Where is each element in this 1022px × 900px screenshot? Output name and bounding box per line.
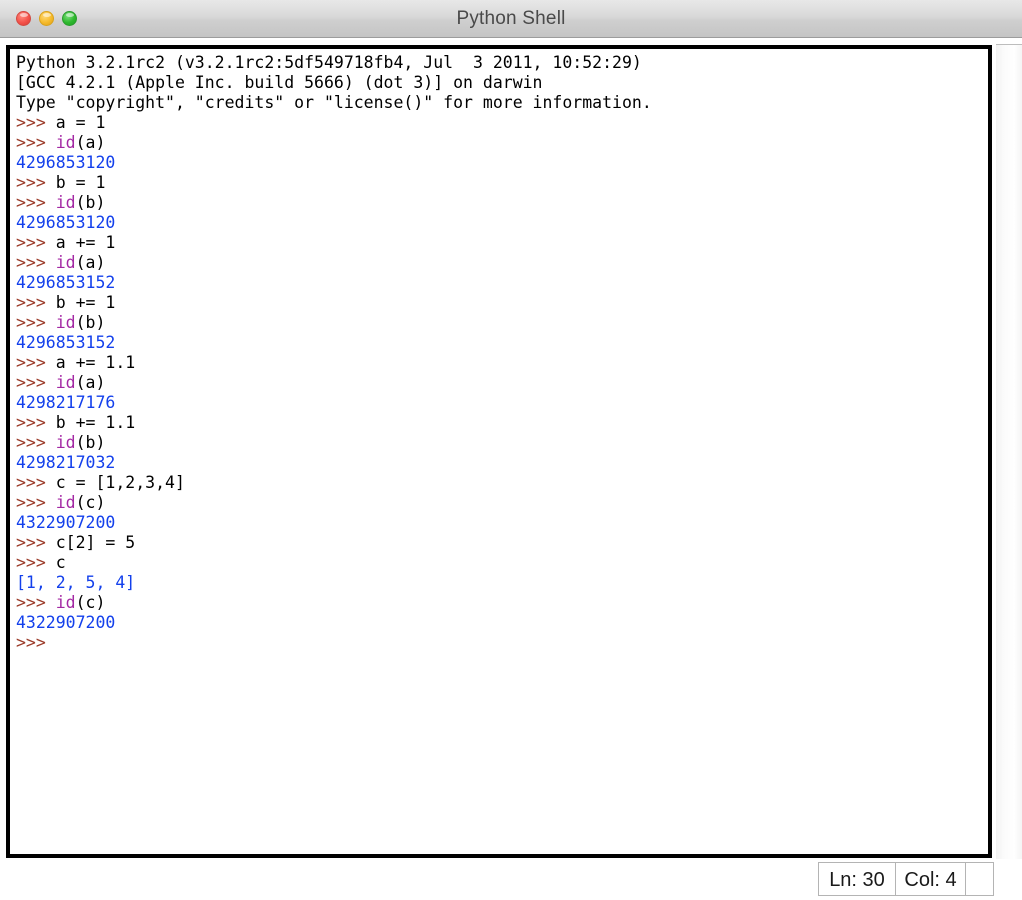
console-line: >>> id(b) — [16, 193, 988, 213]
console-token: (b) — [75, 193, 106, 212]
console-token: id — [55, 593, 76, 612]
console-line: 4296853152 — [16, 273, 988, 293]
console-line: 4296853120 — [16, 213, 988, 233]
console-line: 4298217176 — [16, 393, 988, 413]
console-line: 4322907200 — [16, 613, 988, 633]
console-line: >>> c = [1,2,3,4] — [16, 473, 988, 493]
console-token: 4322907200 — [16, 513, 116, 532]
console-token: >>> — [16, 233, 56, 252]
console-line: >>> id(c) — [16, 593, 988, 613]
console-line: >>> id(b) — [16, 313, 988, 333]
console-token: >>> — [16, 593, 56, 612]
console-line: >>> id(a) — [16, 373, 988, 393]
console-line: >>> a += 1 — [16, 233, 988, 253]
console-token: >>> — [16, 373, 56, 392]
column-indicator: Col: 4 — [896, 862, 966, 896]
console-token: 4296853152 — [16, 333, 116, 352]
console-token: a += 1 — [55, 233, 116, 252]
console-token: Type "copyright", "credits" or "license(… — [16, 93, 652, 112]
console-line: Python 3.2.1rc2 (v3.2.1rc2:5df549718fb4,… — [16, 53, 988, 73]
console-line: 4298217032 — [16, 453, 988, 473]
console-token: id — [55, 253, 76, 272]
line-indicator: Ln: 30 — [818, 862, 896, 896]
console-frame: Python 3.2.1rc2 (v3.2.1rc2:5df549718fb4,… — [6, 45, 992, 858]
console-line: >>> c[2] = 5 — [16, 533, 988, 553]
console-token: >>> — [16, 113, 56, 132]
window-titlebar: Python Shell — [0, 0, 1022, 38]
console-token: >>> — [16, 353, 56, 372]
console-token: >>> — [16, 293, 56, 312]
console-line: [1, 2, 5, 4] — [16, 573, 988, 593]
console-token: >>> — [16, 313, 56, 332]
console-token: >>> — [16, 633, 56, 652]
status-indicators: Ln: 30 Col: 4 — [818, 862, 994, 896]
console-token: >>> — [16, 433, 56, 452]
console-token: (c) — [75, 493, 106, 512]
console-token: id — [55, 313, 76, 332]
console-token: b += 1 — [55, 293, 116, 312]
console-token: 4296853152 — [16, 273, 116, 292]
window-title: Python Shell — [456, 8, 566, 29]
vertical-scrollbar[interactable] — [996, 44, 1022, 859]
console-token: id — [55, 493, 76, 512]
console-token: (a) — [75, 133, 106, 152]
console-token: c = [1,2,3,4] — [55, 473, 185, 492]
status-filler — [966, 862, 994, 896]
console-line: >>> id(a) — [16, 133, 988, 153]
console-token: a += 1.1 — [55, 353, 136, 372]
console-token: 4298217176 — [16, 393, 116, 412]
status-bar: Ln: 30 Col: 4 — [0, 862, 1022, 900]
console-line: >>> id(c) — [16, 493, 988, 513]
console-token: id — [55, 133, 76, 152]
console-token: [GCC 4.2.1 (Apple Inc. build 5666) (dot … — [16, 73, 543, 92]
console-token: Python 3.2.1rc2 (v3.2.1rc2:5df549718fb4,… — [16, 53, 642, 72]
console-token: c[2] = 5 — [55, 533, 136, 552]
console-token: >>> — [16, 173, 56, 192]
console-token: a = 1 — [55, 113, 106, 132]
console-token: >>> — [16, 133, 56, 152]
console-token: id — [55, 373, 76, 392]
console-token: id — [55, 193, 76, 212]
console-token: >>> — [16, 493, 56, 512]
console-line: >>> id(a) — [16, 253, 988, 273]
console-token: b = 1 — [55, 173, 106, 192]
console-line: >>> id(b) — [16, 433, 988, 453]
console-token: >>> — [16, 473, 56, 492]
console-token: >>> — [16, 553, 56, 572]
console-token: (c) — [75, 593, 106, 612]
console-line: >>> — [16, 633, 988, 653]
console-line: >>> a += 1.1 — [16, 353, 988, 373]
console-token: >>> — [16, 413, 56, 432]
console-line: 4296853152 — [16, 333, 988, 353]
console-line: 4322907200 — [16, 513, 988, 533]
console-token: 4296853120 — [16, 153, 116, 172]
console-token: b += 1.1 — [55, 413, 136, 432]
console-line: 4296853120 — [16, 153, 988, 173]
console-token: 4322907200 — [16, 613, 116, 632]
console-line: >>> a = 1 — [16, 113, 988, 133]
console-line: >>> b = 1 — [16, 173, 988, 193]
console-token: c — [55, 553, 66, 572]
console-output[interactable]: Python 3.2.1rc2 (v3.2.1rc2:5df549718fb4,… — [10, 49, 988, 854]
console-token: [1, 2, 5, 4] — [16, 573, 136, 592]
console-token: 4298217032 — [16, 453, 116, 472]
console-line: >>> b += 1.1 — [16, 413, 988, 433]
console-line: Type "copyright", "credits" or "license(… — [16, 93, 988, 113]
console-token: 4296853120 — [16, 213, 116, 232]
console-token: >>> — [16, 253, 56, 272]
console-token: >>> — [16, 193, 56, 212]
console-token: (a) — [75, 253, 106, 272]
console-token: (a) — [75, 373, 106, 392]
console-line: [GCC 4.2.1 (Apple Inc. build 5666) (dot … — [16, 73, 988, 93]
console-token: >>> — [16, 533, 56, 552]
console-token: (b) — [75, 433, 106, 452]
python-shell-window: Python Shell Python 3.2.1rc2 (v3.2.1rc2:… — [0, 0, 1022, 900]
console-token: id — [55, 433, 76, 452]
console-token: (b) — [75, 313, 106, 332]
console-line: >>> c — [16, 553, 988, 573]
console-line: >>> b += 1 — [16, 293, 988, 313]
